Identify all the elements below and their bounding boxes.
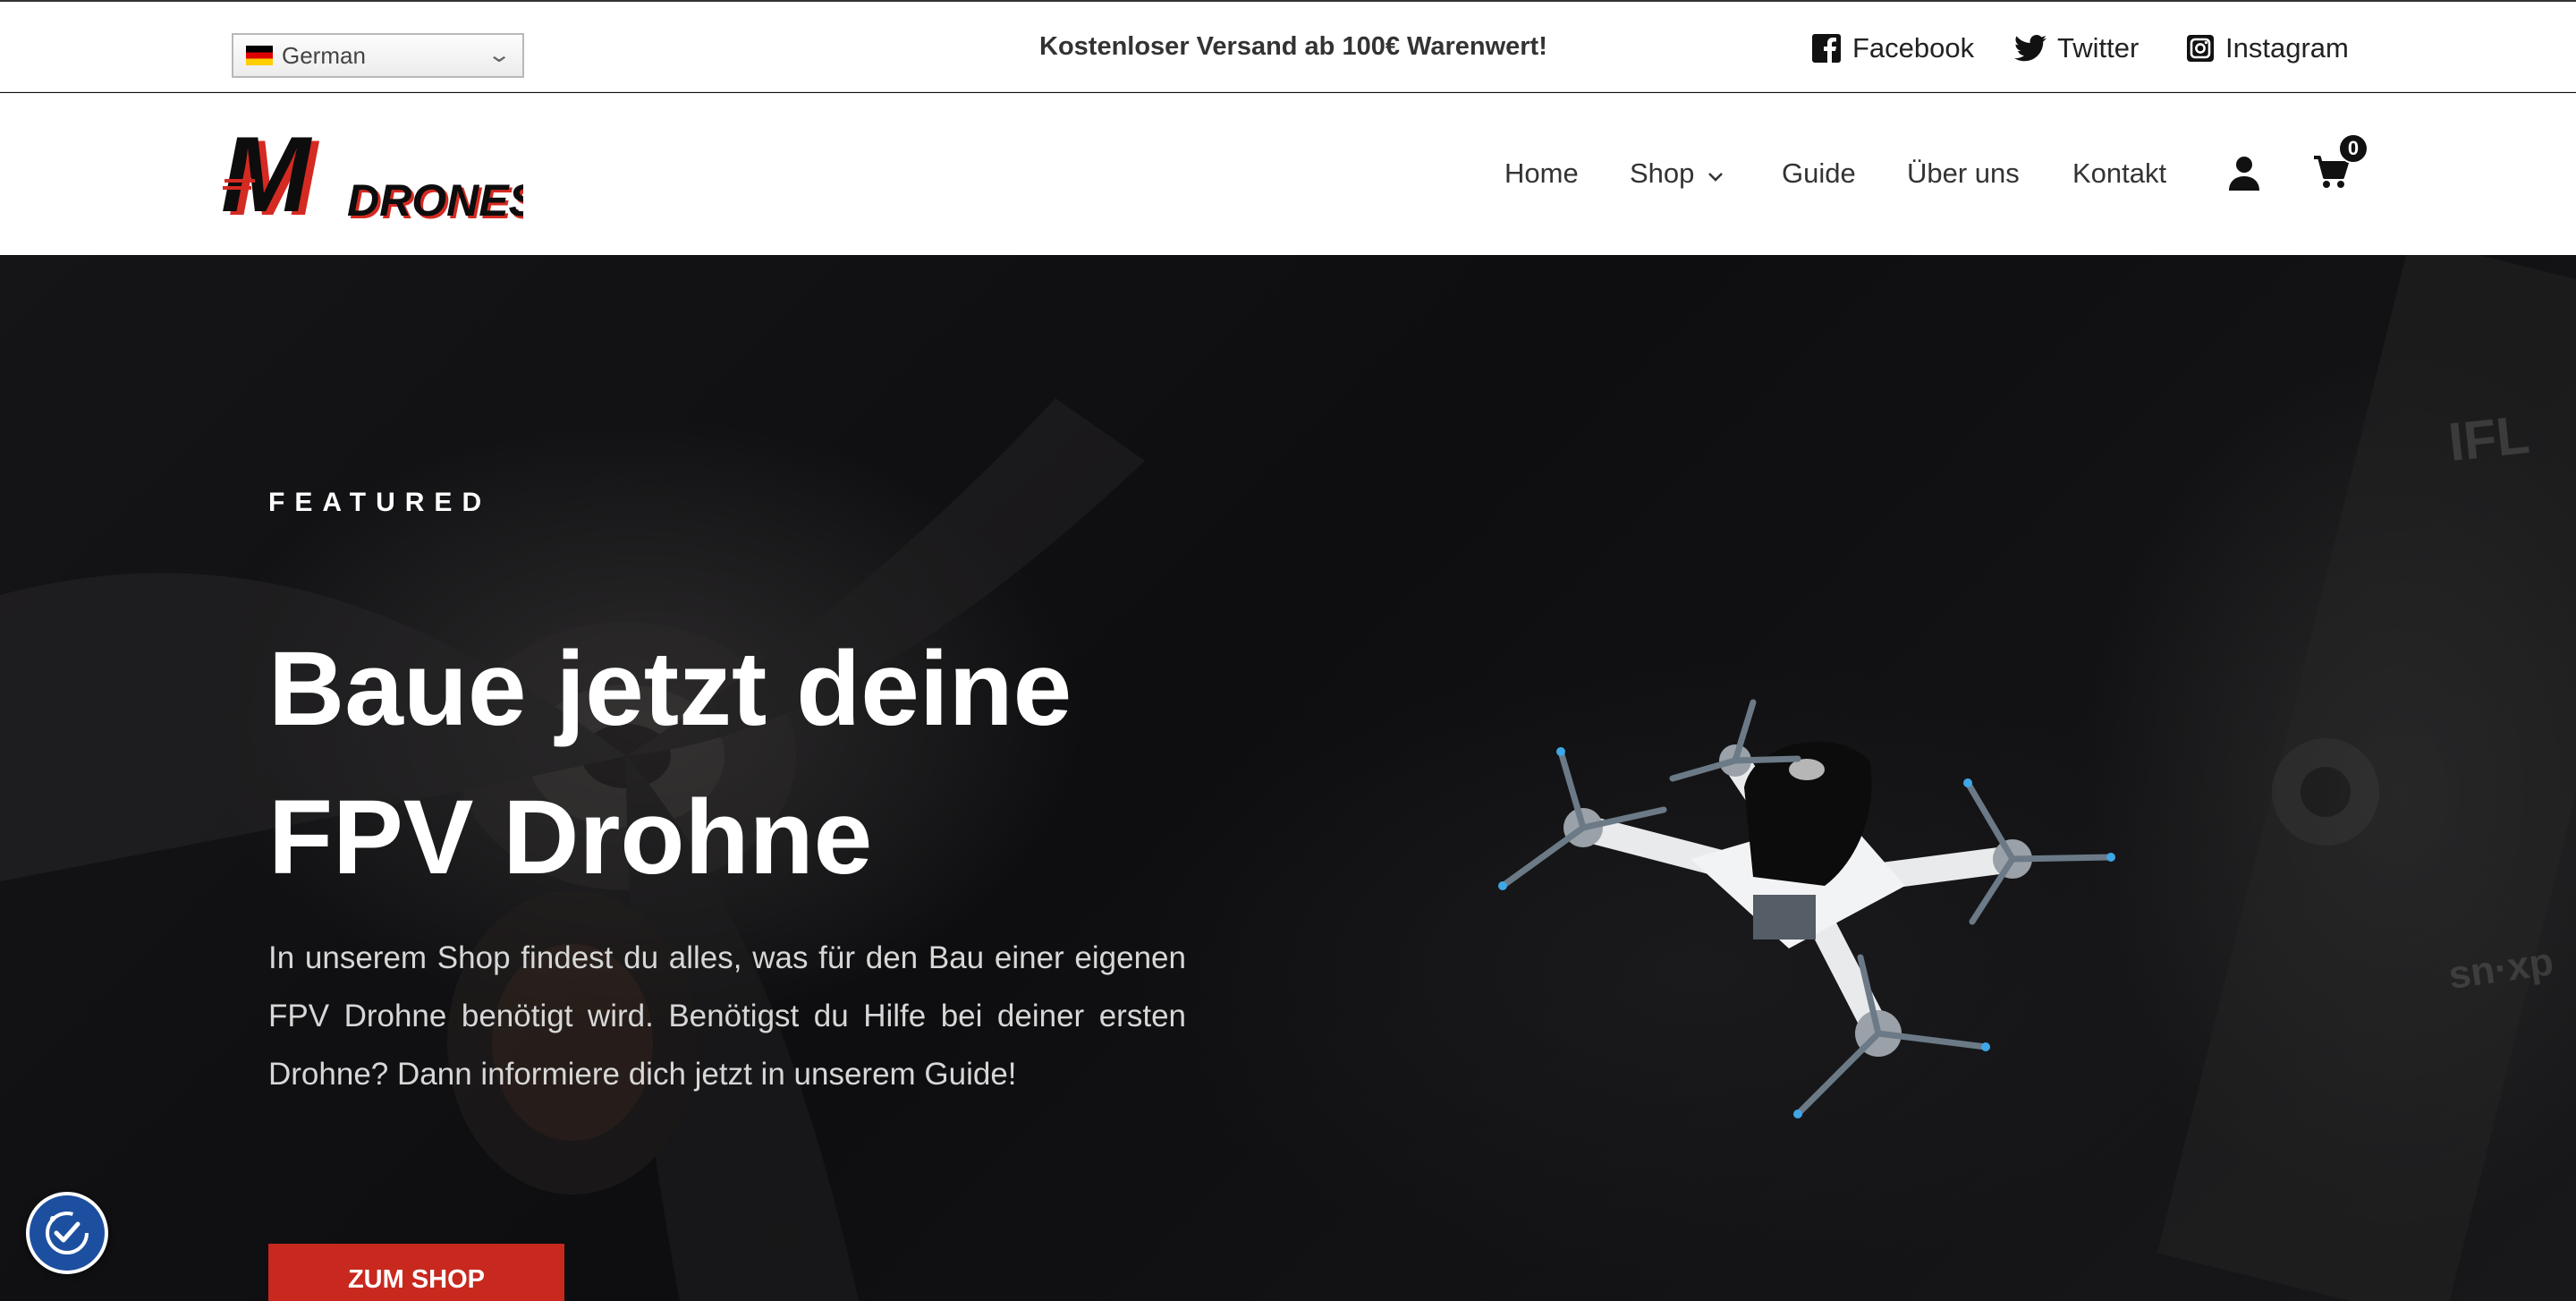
hero-description: In unserem Shop findest du alles, was fü… bbox=[268, 940, 1186, 1092]
twitter-label: Twitter bbox=[2057, 32, 2140, 64]
hero-title: Baue jetzt deine FPV Drohne bbox=[268, 615, 1252, 912]
nav-home[interactable]: Home bbox=[1504, 157, 1579, 190]
top-bar: German ⌄ Kostenloser Versand ab 100€ War… bbox=[0, 0, 2576, 92]
nav-about-label: Über uns bbox=[1907, 157, 2020, 189]
facebook-icon bbox=[1811, 33, 1842, 64]
language-select[interactable]: German ⌄ bbox=[232, 33, 524, 78]
nav-guide[interactable]: Guide bbox=[1782, 157, 1856, 190]
nav-contact[interactable]: Kontakt bbox=[2072, 157, 2166, 190]
hero-section: IFL sn·xp FEATURED Baue jetzt deine FPV … bbox=[0, 255, 2576, 1301]
language-select-value: German bbox=[282, 41, 366, 69]
svg-text:IFL: IFL bbox=[2445, 404, 2531, 472]
chevron-down-icon: ⌄ bbox=[486, 43, 513, 67]
nav-guide-label: Guide bbox=[1782, 157, 1856, 189]
hero-title-line-1: Baue jetzt deine bbox=[268, 630, 1072, 748]
nav-shop-label: Shop bbox=[1630, 157, 1695, 189]
cart-count-badge: 0 bbox=[2338, 133, 2368, 164]
nav-about[interactable]: Über uns bbox=[1907, 157, 2020, 190]
logo-word: DRONES bbox=[347, 175, 523, 224]
twitter-link[interactable]: Twitter bbox=[2014, 32, 2139, 64]
accessibility-icon bbox=[46, 1212, 89, 1254]
accessibility-button[interactable] bbox=[26, 1192, 108, 1274]
instagram-label: Instagram bbox=[2225, 32, 2349, 64]
nav-home-label: Home bbox=[1504, 157, 1579, 189]
instagram-link[interactable]: Instagram bbox=[2186, 32, 2349, 64]
site-header: M M DRONES DRONES Home Shop Guide Über u… bbox=[0, 93, 2576, 255]
drone-image bbox=[1498, 699, 2115, 1118]
account-icon[interactable] bbox=[2227, 155, 2261, 195]
facebook-link[interactable]: Facebook bbox=[1811, 32, 1974, 64]
hero-title-line-2: FPV Drohne bbox=[268, 778, 873, 897]
shop-cta-button[interactable]: ZUM SHOP bbox=[268, 1244, 564, 1301]
shipping-promo-text: Kostenloser Versand ab 100€ Warenwert! bbox=[1039, 32, 1547, 61]
chevron-down-icon bbox=[1707, 157, 1724, 190]
hero-eyebrow: FEATURED bbox=[268, 488, 492, 517]
nav-contact-label: Kontakt bbox=[2072, 157, 2167, 189]
facebook-label: Facebook bbox=[1852, 32, 1975, 64]
site-logo[interactable]: M M DRONES DRONES bbox=[219, 115, 541, 238]
logo-letter: M bbox=[221, 125, 313, 224]
twitter-icon bbox=[2014, 35, 2046, 62]
german-flag-icon bbox=[246, 46, 273, 65]
instagram-icon bbox=[2186, 34, 2215, 63]
nav-shop[interactable]: Shop bbox=[1630, 157, 1724, 190]
